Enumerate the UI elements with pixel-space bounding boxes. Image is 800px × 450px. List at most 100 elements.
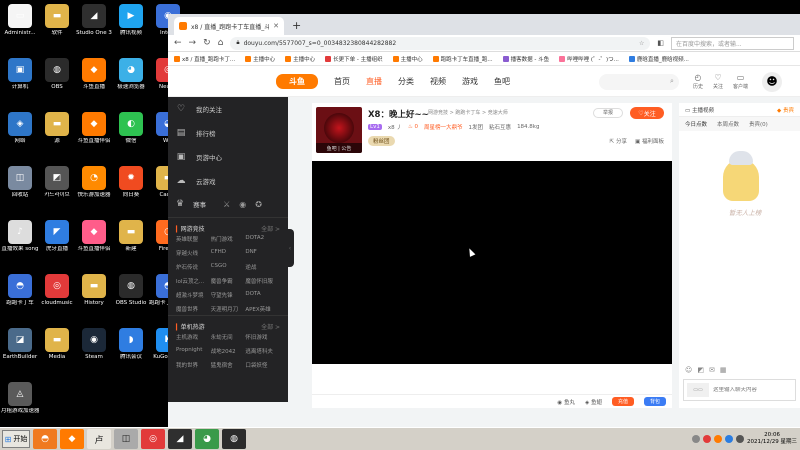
close-icon[interactable]: ✕: [273, 22, 279, 30]
nav-game[interactable]: 游戏: [462, 76, 478, 87]
sidebar-category-link[interactable]: 怀旧游戏: [245, 333, 280, 341]
desktop-icon[interactable]: ◆ 斗鱼直播伴侣: [75, 218, 113, 266]
sidebar-category-link[interactable]: 魔兽怀旧服: [245, 277, 280, 285]
desktop-icon[interactable]: ◓ 跑跑卡丁车: [1, 272, 39, 320]
desktop-icon[interactable]: ◬ 月租游戏加速器: [1, 380, 39, 428]
chat-tool-icon[interactable]: ☺: [685, 366, 692, 374]
chat-tool-icon[interactable]: ▦: [720, 366, 727, 374]
desktop-icon[interactable]: ▬ 软件: [38, 2, 76, 50]
bookmark-item[interactable]: 主播中心: [285, 55, 315, 63]
sidebar-category-link[interactable]: 魔兽世界: [176, 305, 211, 313]
desktop-icon[interactable]: ◫ 回收站: [1, 164, 39, 212]
chat-tool-icon[interactable]: ◩: [697, 366, 704, 374]
anchor-avatar[interactable]: 鱼吧 | 公告: [316, 107, 362, 153]
sidebar-category-link[interactable]: CSGO: [211, 263, 246, 271]
sidebar-category-link[interactable]: 逆战: [245, 263, 280, 271]
desktop-icon[interactable]: ◤ 虎牙直播: [38, 218, 76, 266]
follow-button[interactable]: ♡ 关注: [630, 107, 664, 119]
room-category-breadcrumb[interactable]: 网游竞技 > 跑跑卡丁车 > 竞速大师: [428, 109, 508, 116]
taskbar-obs-app[interactable]: ◍: [222, 429, 246, 449]
recharge-button[interactable]: 充值: [611, 397, 634, 406]
desktop-icon[interactable]: ◆ 斗鱼直播伴侣: [75, 110, 113, 158]
douyu-logo[interactable]: 斗鱼: [276, 74, 318, 89]
backpack-button[interactable]: 背包: [643, 397, 666, 406]
sidebar-category-link[interactable]: APEX英雄: [245, 305, 280, 313]
sidebar-category-link[interactable]: 穿越火线: [176, 249, 211, 257]
fishwing-counter[interactable]: ◈ 鱼翅: [585, 398, 602, 406]
desktop-icon[interactable]: ▣ 计算机: [1, 56, 39, 104]
desktop-icon[interactable]: ◍ OBS Studio: [112, 272, 150, 320]
forward-icon[interactable]: →: [189, 38, 197, 48]
desktop-icon[interactable]: ◪ EarthBuilder: [1, 326, 39, 374]
extension-icon[interactable]: ◧: [657, 39, 664, 47]
desktop-icon[interactable]: ◍ OBS: [38, 56, 76, 104]
chat-tool-icon[interactable]: ✉: [709, 366, 715, 374]
nav-home[interactable]: 首页: [334, 76, 350, 87]
user-avatar[interactable]: ☻: [762, 71, 782, 92]
header-action[interactable]: ♡ 关注: [713, 73, 723, 90]
desktop-icon[interactable]: ◎ cloudmusic: [38, 272, 76, 320]
taskbar-chrome-app[interactable]: ◕: [195, 429, 219, 449]
sidebar-category-link[interactable]: 猛鬼宿舍: [211, 361, 246, 369]
sidebar-match-label[interactable]: 赛事: [193, 199, 206, 209]
sidebar-category-link[interactable]: 逃离塔科夫: [245, 347, 280, 355]
share-link[interactable]: ⇱ 分享: [610, 137, 627, 145]
taskbar-folder-app[interactable]: 卢: [87, 429, 111, 449]
sidebar-item[interactable]: ♡ 我的关注: [168, 97, 288, 121]
sidebar-category-link[interactable]: 热门游戏: [211, 235, 246, 243]
sidebar-section-more[interactable]: 全部 >: [261, 224, 280, 233]
barrage-style-button[interactable]: ▭▭: [687, 383, 709, 397]
tray-icon[interactable]: [725, 435, 734, 443]
sidebar-category-link[interactable]: lol云顶之...: [176, 277, 211, 285]
sidebar-item[interactable]: ▤ 排行榜: [168, 121, 288, 145]
sidebar-category-link[interactable]: 主机游戏: [176, 333, 211, 341]
rank-switch[interactable]: ◆ 贵宾: [777, 106, 794, 114]
bookmark-item[interactable]: 跑跑卡丁车直播_跑...: [432, 55, 493, 63]
anchor-name[interactable]: x8 丿: [388, 123, 402, 131]
desktop-icon[interactable]: ◕ 极速浏览器: [112, 56, 150, 104]
sidebar-category-link[interactable]: 天涯明月刀: [211, 305, 246, 313]
home-icon[interactable]: ⌂: [218, 38, 224, 48]
start-button[interactable]: ⊞ 开始: [2, 430, 30, 448]
header-action[interactable]: ▭ 客户端: [733, 73, 748, 90]
desktop-icon[interactable]: ▭ Administr...: [1, 2, 39, 50]
taskbar-game-app[interactable]: ◫: [114, 429, 138, 449]
taskbar-douyu-app[interactable]: ◆: [60, 429, 84, 449]
new-tab-button[interactable]: +: [292, 19, 301, 32]
sidebar-category-link[interactable]: 炉石传说: [176, 263, 211, 271]
tab-today[interactable]: 今日点数: [685, 120, 707, 128]
header-action[interactable]: ◴ 历史: [693, 73, 703, 90]
taskbar-music-app[interactable]: ◎: [141, 429, 165, 449]
clock[interactable]: 20:06 2021/12/29 星期三: [747, 432, 797, 446]
desktop-icon[interactable]: ◢ Studio One 3: [75, 2, 113, 50]
sidebar-category-link[interactable]: 战地2042: [211, 347, 246, 355]
report-button[interactable]: 举报: [593, 108, 623, 118]
desktop-icon[interactable]: ▶ 腾讯视频: [112, 2, 150, 50]
sidebar-category-link[interactable]: 英雄联盟: [176, 235, 211, 243]
sidebar-category-link[interactable]: 我的世界: [176, 361, 211, 369]
bookmark-item[interactable]: 主播中心: [392, 55, 423, 63]
fanclub-tag[interactable]: 粉丝团: [368, 136, 395, 146]
sidebar-item[interactable]: ▣ 页游中心: [168, 145, 288, 169]
bookmark-item[interactable]: 鹿晗直播_鹿晗视频...: [628, 55, 689, 63]
welfare-link[interactable]: ▣ 福利面板: [635, 137, 664, 145]
tab-week[interactable]: 本周点数: [717, 120, 739, 128]
bookmark-item[interactable]: 长更下单 - 主播组织: [325, 55, 383, 63]
sidebar-category-link[interactable]: DNF: [245, 249, 280, 257]
volume-icon[interactable]: [736, 435, 745, 443]
tab-vip[interactable]: 贵宾(0): [749, 120, 768, 128]
tray-icon[interactable]: [692, 435, 701, 443]
sidebar-category-link[interactable]: 永劫无间: [211, 333, 246, 341]
sidebar-category-link[interactable]: 魔兽争霸: [211, 277, 246, 285]
desktop-icon[interactable]: ◐ 微信: [112, 110, 150, 158]
sidebar-category-link[interactable]: CFHD: [211, 249, 246, 257]
search-engine-box[interactable]: 在百度中搜索，或者输...: [670, 36, 794, 50]
back-icon[interactable]: ←: [174, 38, 182, 48]
nav-fishbar[interactable]: 鱼吧: [494, 76, 510, 87]
desktop-icon[interactable]: ◆ 斗鱼直播: [75, 56, 113, 104]
desktop-icon[interactable]: ◗ 腾讯会议: [112, 326, 150, 374]
rank-link[interactable]: 周星榜一大鼎爷: [424, 123, 463, 131]
sidebar-category-link[interactable]: 守望先锋: [211, 291, 246, 299]
sidebar-item[interactable]: ☁ 云游戏: [168, 169, 288, 193]
csgo-icon[interactable]: ✪: [255, 200, 262, 209]
